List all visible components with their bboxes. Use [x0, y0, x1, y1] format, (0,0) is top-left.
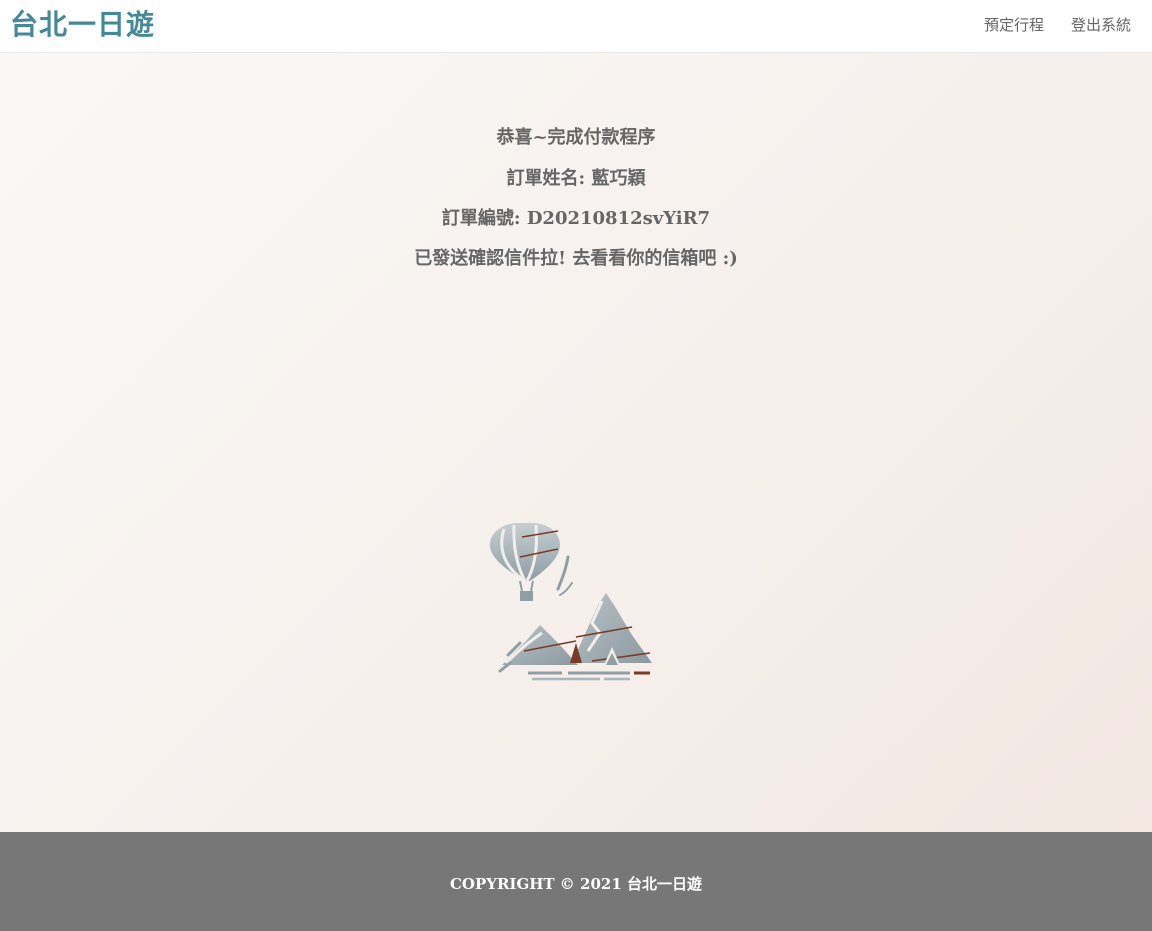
hot-air-balloon-mountains-icon: [489, 523, 652, 681]
nav-links: 預定行程 登出系統: [984, 15, 1131, 35]
page-footer: COPYRIGHT © 2021 台北一日遊: [0, 832, 1152, 931]
email-sent-notice: 已發送確認信件拉! 去看看你的信箱吧 :): [414, 248, 738, 269]
success-title: 恭喜~完成付款程序: [496, 127, 656, 148]
order-number: 訂單編號: D20210812svYiR7: [441, 208, 711, 229]
nav-link-logout[interactable]: 登出系統: [1071, 15, 1131, 35]
copyright-text: COPYRIGHT © 2021 台北一日遊: [449, 875, 703, 893]
nav-link-booking[interactable]: 預定行程: [984, 15, 1044, 35]
brand-logo-link[interactable]: 台北一日遊: [10, 6, 155, 44]
order-name: 訂單姓名: 藍巧穎: [506, 168, 646, 189]
main-content: 恭喜~完成付款程序 訂單姓名: 藍巧穎 訂單編號: D20210812svYiR…: [0, 53, 1152, 832]
top-navbar: 台北一日遊 預定行程 登出系統: [0, 0, 1152, 53]
